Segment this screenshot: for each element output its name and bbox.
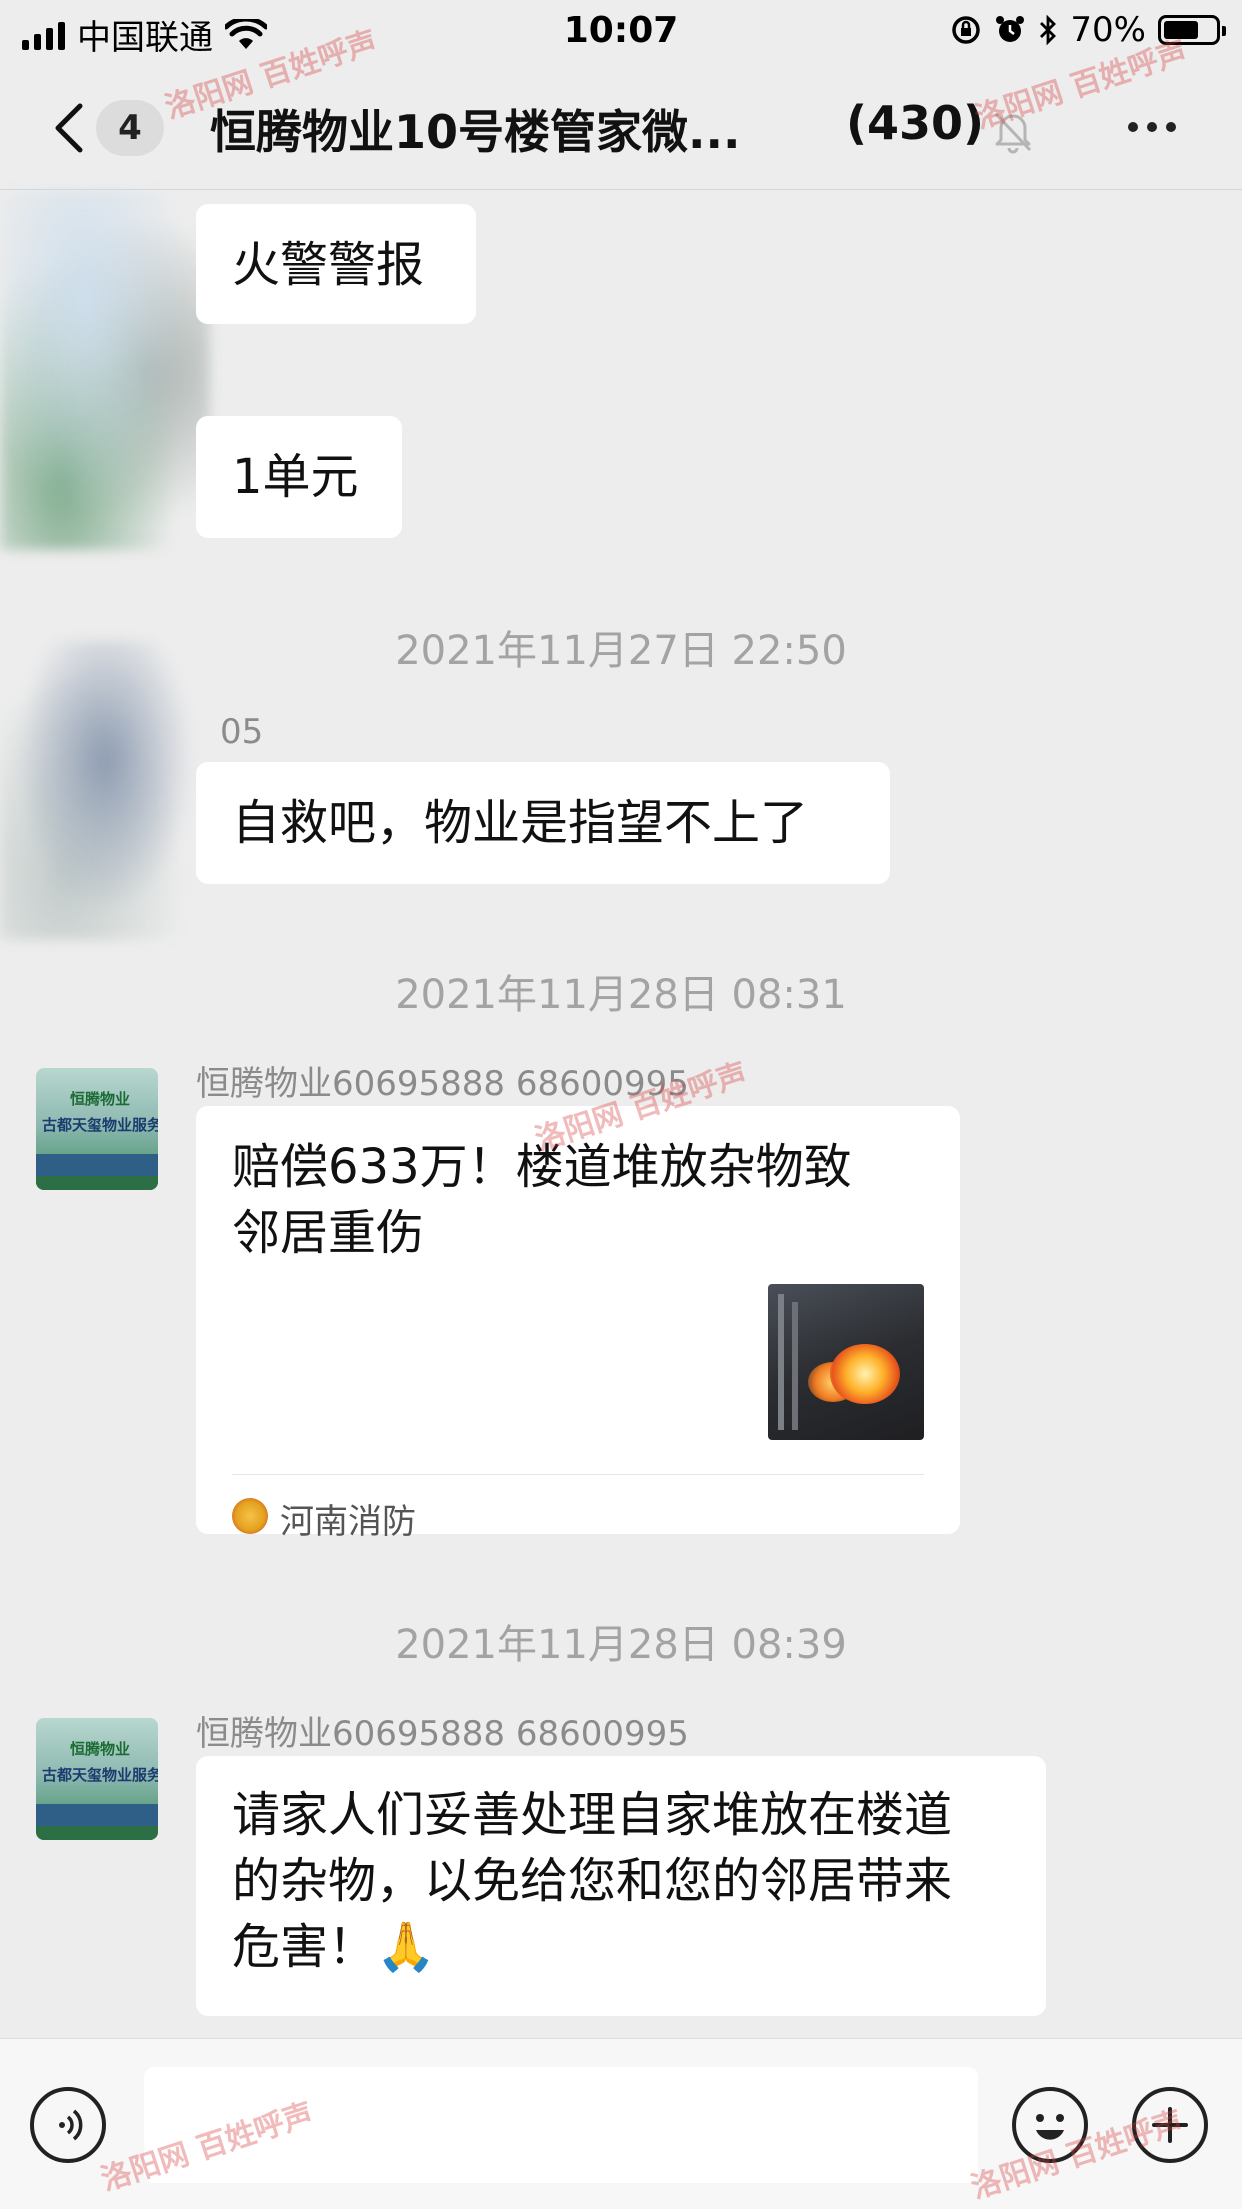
unread-count-badge[interactable]: 4 bbox=[96, 100, 164, 156]
chevron-left-icon[interactable] bbox=[46, 100, 96, 156]
message-text: 1单元 bbox=[232, 449, 359, 505]
blurred-avatar bbox=[0, 640, 210, 940]
message-text: 自救吧，物业是指望不上了 bbox=[232, 795, 809, 851]
orientation-lock-icon bbox=[952, 16, 981, 44]
more-icon[interactable] bbox=[1128, 122, 1176, 132]
message-text: 危害！ bbox=[232, 1919, 377, 1975]
timestamp: 2021年11月27日 22:50 bbox=[395, 628, 847, 674]
avatar-logo: 恒腾物业 bbox=[70, 1090, 131, 1108]
member-count: (430) bbox=[846, 96, 985, 150]
message-bubble[interactable]: 火警警报 bbox=[196, 204, 476, 324]
article-thumbnail bbox=[768, 1284, 924, 1440]
message-bubble[interactable]: 自救吧，物业是指望不上了 bbox=[196, 762, 890, 884]
sender-name: 05 bbox=[220, 712, 264, 752]
bluetooth-icon bbox=[1040, 14, 1057, 46]
avatar-logo: 恒腾物业 bbox=[70, 1740, 131, 1758]
blurred-avatar bbox=[0, 190, 210, 550]
folded-hands-emoji: 🙏 bbox=[376, 1919, 436, 1975]
message-text-line: 危害！🙏 bbox=[232, 1914, 1010, 1980]
avatar[interactable]: 恒腾物业 古都天玺物业服务 bbox=[36, 1068, 158, 1190]
avatar-signboard: 古都天玺物业服务 bbox=[42, 1116, 158, 1134]
avatar[interactable]: 恒腾物业 古都天玺物业服务 bbox=[36, 1718, 158, 1840]
fire-department-logo-icon bbox=[232, 1498, 268, 1534]
message-bubble[interactable]: 1单元 bbox=[196, 416, 402, 538]
voice-icon[interactable] bbox=[30, 2087, 106, 2163]
message-text-line: 的杂物，以免给您和您的邻居带来 bbox=[232, 1853, 953, 1909]
sender-name: 恒腾物业60695888 68600995 bbox=[196, 1714, 689, 1754]
divider bbox=[232, 1474, 924, 1475]
message-text: 火警警报 bbox=[232, 237, 425, 293]
timestamp: 2021年11月28日 08:31 bbox=[395, 972, 847, 1018]
input-bar bbox=[0, 2038, 1242, 2209]
avatar-signboard: 古都天玺物业服务 bbox=[42, 1766, 158, 1784]
message-bubble[interactable]: 请家人们妥善处理自家堆放在楼道 的杂物，以免给您和您的邻居带来 危害！🙏 bbox=[196, 1756, 1046, 2016]
article-title-line: 邻居重伤 bbox=[232, 1205, 425, 1261]
timestamp: 2021年11月28日 08:39 bbox=[395, 1622, 847, 1668]
alarm-icon bbox=[996, 16, 1025, 42]
chat-title[interactable]: 恒腾物业10号楼管家微... bbox=[210, 96, 740, 162]
article-card[interactable]: 赔偿633万！楼道堆放杂物致 邻居重伤 河南消防 bbox=[196, 1106, 960, 1542]
article-source: 河南消防 bbox=[280, 1502, 416, 1542]
message-text-line: 请家人们妥善处理自家堆放在楼道 bbox=[232, 1787, 953, 1843]
status-bar: 中国联通 10:07 70% bbox=[0, 0, 1242, 62]
